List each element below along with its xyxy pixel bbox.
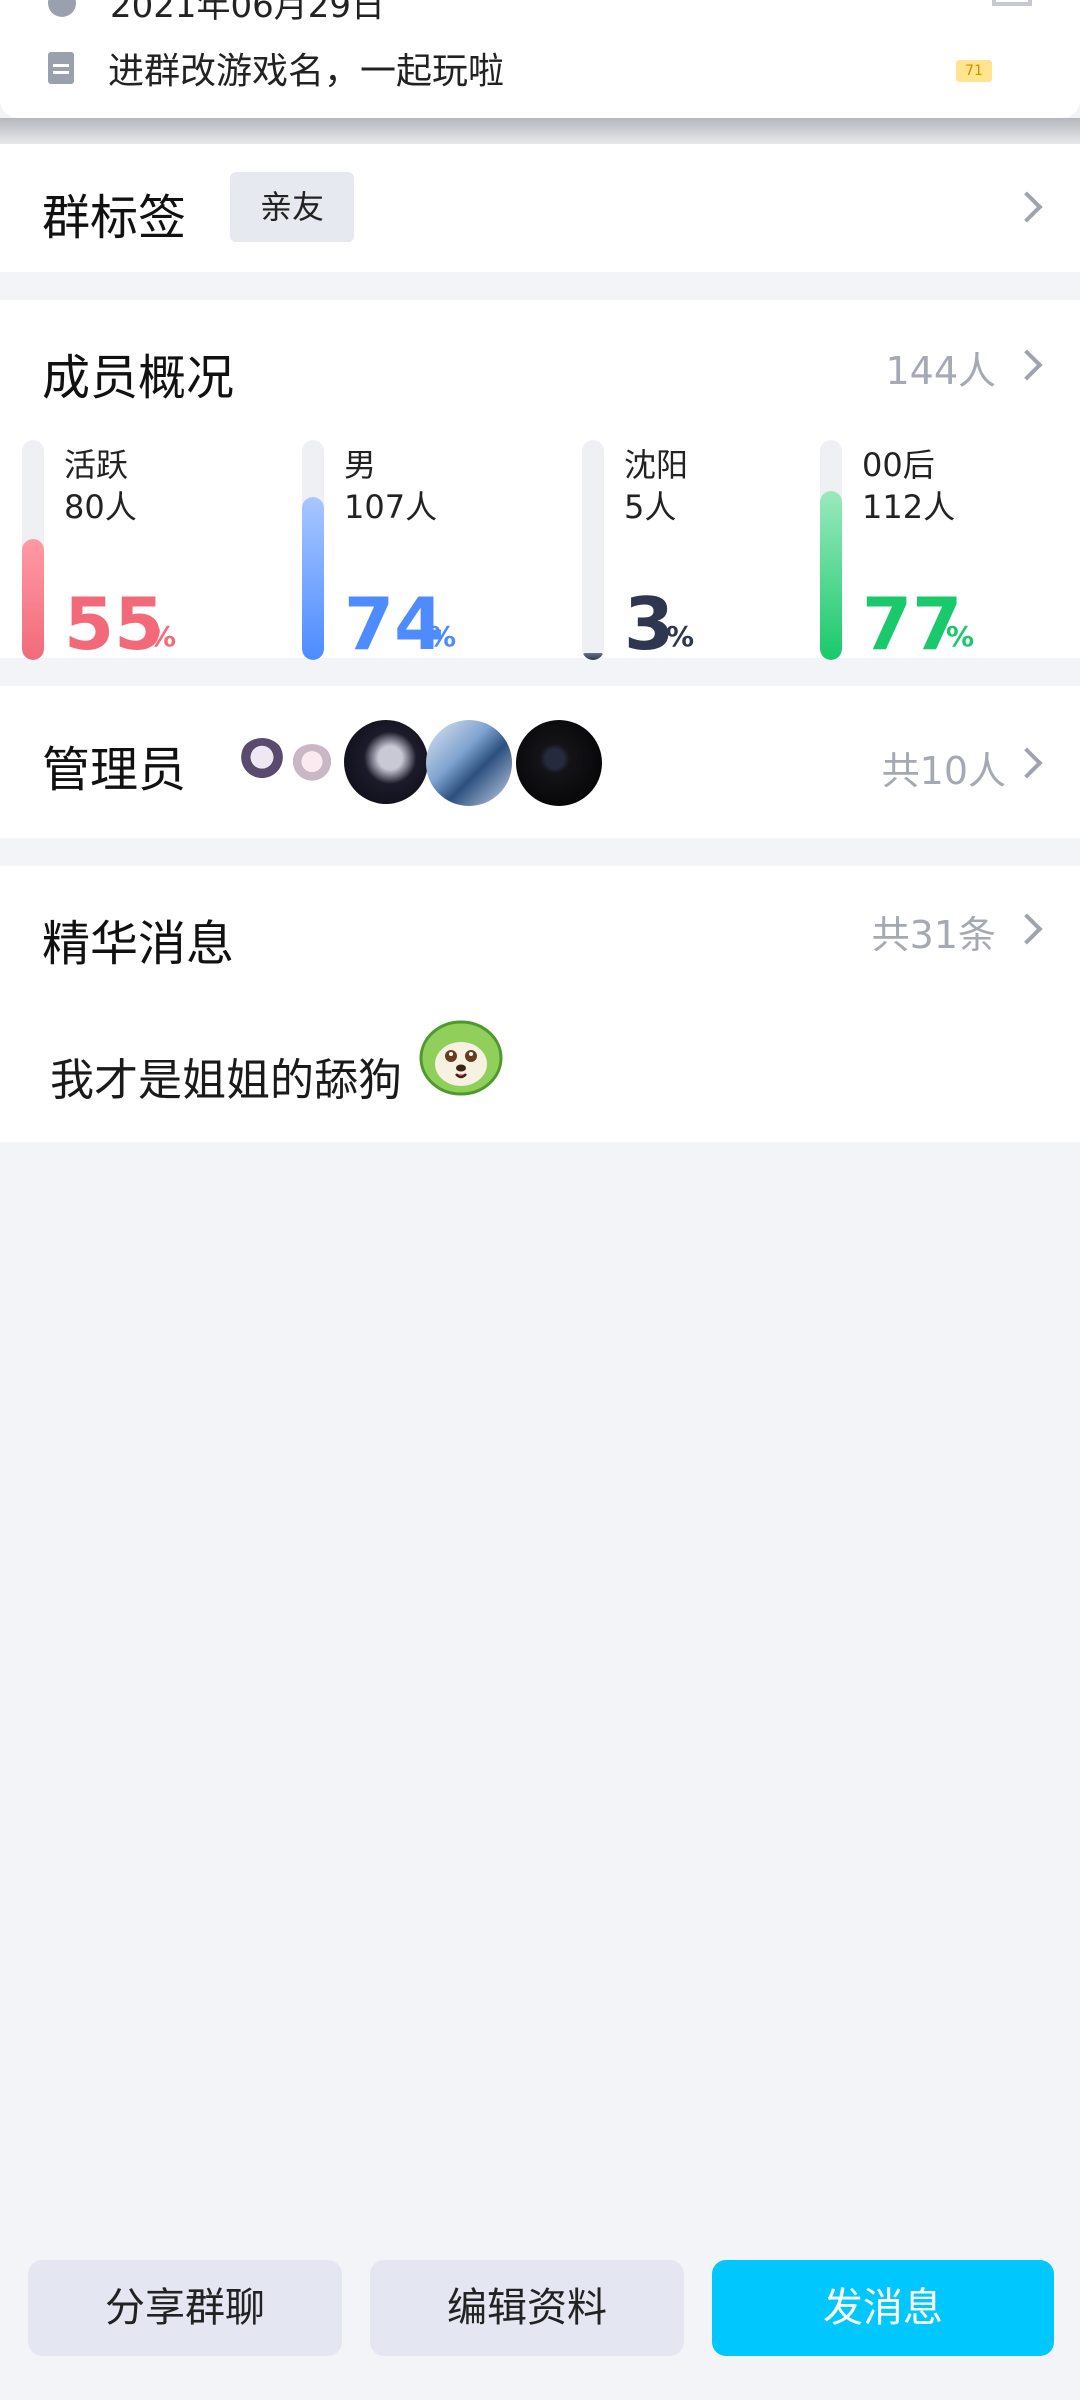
stat-count: 112人 (862, 488, 956, 526)
stat-location: 沈阳 5人 3 % (582, 440, 842, 660)
stat-label: 沈阳 (624, 446, 689, 484)
stat-bar-fill (302, 497, 324, 660)
admin-avatar[interactable] (426, 720, 512, 806)
stat-active: 活跃 80人 55 % (22, 440, 282, 660)
date-text: 2021年06月29日 (110, 0, 386, 26)
stat-percent-sign: % (666, 620, 695, 653)
stat-bar-track (582, 440, 604, 660)
group-notice-text: 进群改游戏名，一起玩啦 (108, 51, 505, 92)
notice-badge: 71 (956, 60, 992, 82)
chevron-right-icon (1011, 349, 1043, 381)
admin-avatar[interactable] (516, 720, 602, 806)
stat-percent-sign: % (428, 620, 457, 653)
digest-section[interactable]: 精华消息 共31条 我才是姐姐的舔狗 (0, 866, 1080, 1142)
group-tag-section[interactable]: 群标签 亲友 (0, 144, 1080, 272)
stat-count: 80人 (64, 488, 137, 526)
admins-count: 共10人 (881, 749, 1006, 793)
document-icon (48, 52, 74, 84)
stat-bar-track (22, 440, 44, 660)
share-group-button[interactable]: 分享群聊 (28, 2260, 342, 2356)
chevron-right-icon (1011, 191, 1043, 223)
chevron-right-icon (1011, 747, 1043, 779)
chevron-right-icon (1011, 913, 1043, 945)
clock-icon (48, 0, 76, 17)
admins-section[interactable]: 管理员 共10人 (0, 686, 1080, 838)
member-overview-section[interactable]: 成员概况 144人 活跃 80人 55 % 男 107人 74 % 沈阳 5人 … (0, 300, 1080, 660)
stat-percent-sign: % (148, 620, 177, 653)
digest-message[interactable]: 我才是姐姐的舔狗 (50, 1044, 402, 1108)
date-row: 2021年06月29日 (48, 0, 385, 27)
stat-count: 107人 (344, 488, 438, 526)
stat-label: 00后 (862, 446, 935, 484)
admin-avatar[interactable] (238, 738, 286, 786)
stat-male: 男 107人 74 % (302, 440, 562, 660)
stat-label: 活跃 (64, 446, 129, 484)
stat-bar-track (302, 440, 324, 660)
digest-count: 共31条 (871, 913, 996, 957)
stat-age: 00后 112人 77 % (820, 440, 1080, 660)
digest-title: 精华消息 (42, 916, 235, 972)
stat-bar-fill (820, 491, 842, 660)
stat-label: 男 (344, 446, 377, 484)
member-overview-title: 成员概况 (42, 350, 235, 406)
edit-profile-button[interactable]: 编辑资料 (370, 2260, 684, 2356)
send-message-button[interactable]: 发消息 (712, 2260, 1054, 2356)
stat-bar-track (820, 440, 842, 660)
admin-avatar[interactable] (290, 744, 334, 788)
group-tag-title: 群标签 (42, 190, 187, 246)
member-total: 144人 (885, 349, 996, 393)
qrcode-icon[interactable] (992, 0, 1032, 6)
cabbage-dog-emoji-icon (419, 1020, 503, 1096)
stat-bar-fill (22, 539, 44, 660)
admins-title: 管理员 (42, 742, 187, 798)
divider-band (0, 118, 1080, 144)
group-notice-row[interactable]: 进群改游戏名，一起玩啦 (48, 42, 504, 94)
stat-bar-fill (582, 653, 604, 660)
bottom-action-bar: 分享群聊 编辑资料 发消息 (0, 2218, 1080, 2400)
group-info-card: 2021年06月29日 进群改游戏名，一起玩啦 71 (0, 0, 1080, 118)
stat-count: 5人 (624, 488, 677, 526)
stat-percent-sign: % (946, 620, 975, 653)
group-tag-chip: 亲友 (230, 172, 354, 242)
admin-avatar[interactable] (344, 720, 428, 804)
